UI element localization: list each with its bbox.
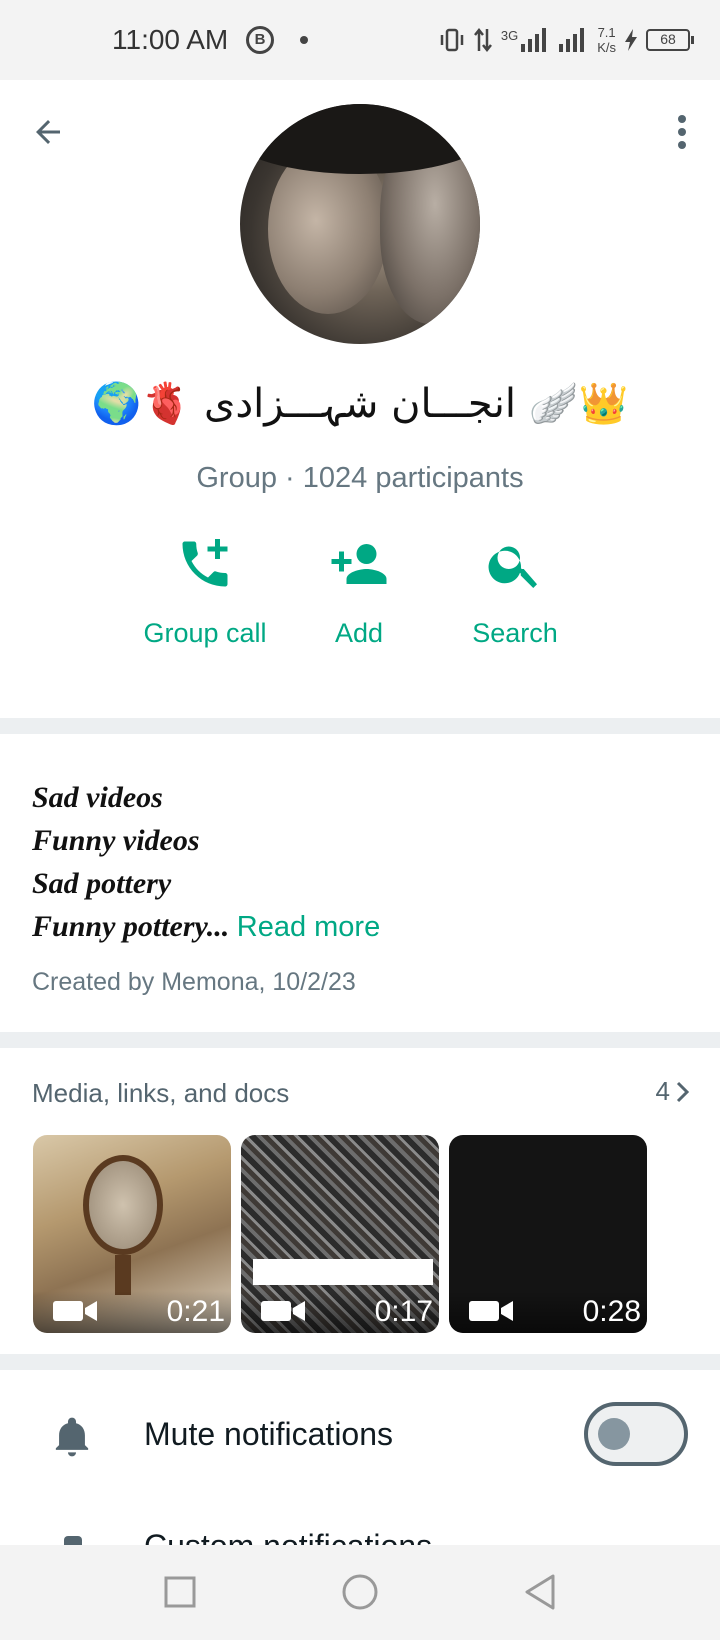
avatar-hair: [240, 104, 480, 174]
read-more-link[interactable]: Read more: [237, 911, 380, 943]
action-buttons: Group call Add Search: [0, 520, 720, 670]
add-person-icon: [331, 544, 387, 584]
video-duration: 0:17: [374, 1295, 433, 1328]
notification-dot-icon: [300, 36, 308, 44]
b-notification-icon: B: [246, 26, 274, 54]
media-title[interactable]: Media, links, and docs: [32, 1078, 289, 1109]
data-transfer-icon: [473, 27, 492, 53]
description-line: Sad pottery: [32, 867, 172, 900]
back-button[interactable]: [22, 106, 74, 158]
description-line: Funny videos: [32, 824, 200, 857]
chevron-right-icon: [676, 1081, 690, 1102]
media-section: Media, links, and docs 4 0:21 0:17 0:28: [0, 1048, 720, 1354]
arrow-back-icon: [36, 120, 60, 144]
video-duration: 0:21: [166, 1295, 225, 1328]
description-line-last: Funny pottery... Read more: [32, 910, 381, 943]
group-participants: Group · 1024 participants: [196, 462, 524, 494]
network-speed: 7.1 K/s: [597, 25, 616, 55]
signal-bars-icon-2: [559, 28, 585, 52]
triangle-back-icon: [525, 1574, 555, 1610]
media-thumbnail[interactable]: 0:21: [33, 1135, 231, 1333]
group-description[interactable]: Sad videos Funny videos Sad pottery Funn…: [0, 734, 720, 1032]
network-type: 3G: [500, 28, 519, 43]
group-avatar[interactable]: [240, 104, 480, 344]
custom-notifications-row[interactable]: Custom notifications: [0, 1510, 720, 1550]
status-bar: 11:00 AM B 3G 7.1 K/s 68: [0, 0, 720, 80]
search-button[interactable]: Search: [430, 520, 600, 670]
status-time: 11:00 AM: [112, 24, 229, 55]
recents-button[interactable]: [152, 1567, 208, 1617]
vibrate-icon: [440, 28, 464, 52]
media-thumbnail[interactable]: 0:17: [241, 1135, 439, 1333]
home-button[interactable]: [332, 1567, 388, 1617]
toggle-knob: [598, 1418, 630, 1450]
media-thumbnail[interactable]: 0:28: [449, 1135, 647, 1333]
group-name[interactable]: 🌍🫀 انجـــان شہـــزادی 🪽👑: [0, 380, 720, 427]
description-ellipsis: ...: [206, 910, 230, 943]
description-line: Sad videos: [32, 781, 163, 814]
signal-bars-icon: [521, 28, 547, 52]
battery-icon: 68: [646, 29, 694, 51]
add-label: Add: [334, 618, 384, 648]
nav-back-button[interactable]: [512, 1567, 568, 1617]
video-camera-icon: [261, 1301, 305, 1321]
bell-icon: [55, 1417, 89, 1457]
more-options-button[interactable]: [662, 106, 702, 158]
media-count: 4: [655, 1076, 670, 1106]
search-label: Search: [472, 618, 558, 648]
mirror-stand: [115, 1255, 131, 1295]
more-vert-icon: [678, 115, 686, 149]
media-count-link[interactable]: 4: [656, 1076, 690, 1107]
status-indicators: 3G 7.1 K/s 68: [439, 20, 694, 60]
mirror-image: [83, 1155, 163, 1255]
add-call-icon: [182, 539, 228, 587]
group-header: 🌍🫀 انجـــان شہـــزادی 🪽👑 Group · 1024 pa…: [0, 80, 720, 718]
circle-icon: [342, 1574, 378, 1610]
mute-toggle[interactable]: [584, 1402, 688, 1466]
settings-section: Mute notifications Custom notifications: [0, 1370, 720, 1550]
group-call-label: Group call: [143, 618, 267, 648]
group-call-button[interactable]: Group call: [120, 520, 290, 670]
search-icon: [488, 546, 537, 588]
system-nav-bar: [0, 1545, 720, 1640]
description-text: Sad videos Funny videos Sad pottery Funn…: [32, 776, 380, 949]
square-icon: [164, 1576, 196, 1608]
video-duration: 0:28: [582, 1295, 641, 1328]
video-camera-icon: [469, 1301, 513, 1321]
signal-3g: 3G: [501, 28, 551, 52]
created-by-text: Created by Memona, 10/2/23: [32, 968, 356, 996]
add-participant-button[interactable]: Add: [274, 520, 444, 670]
video-camera-icon: [53, 1301, 97, 1321]
mute-notifications-row[interactable]: Mute notifications: [0, 1370, 720, 1500]
mute-notifications-label: Mute notifications: [144, 1416, 394, 1452]
caption-bar: [253, 1259, 433, 1285]
charging-icon: [625, 29, 637, 51]
